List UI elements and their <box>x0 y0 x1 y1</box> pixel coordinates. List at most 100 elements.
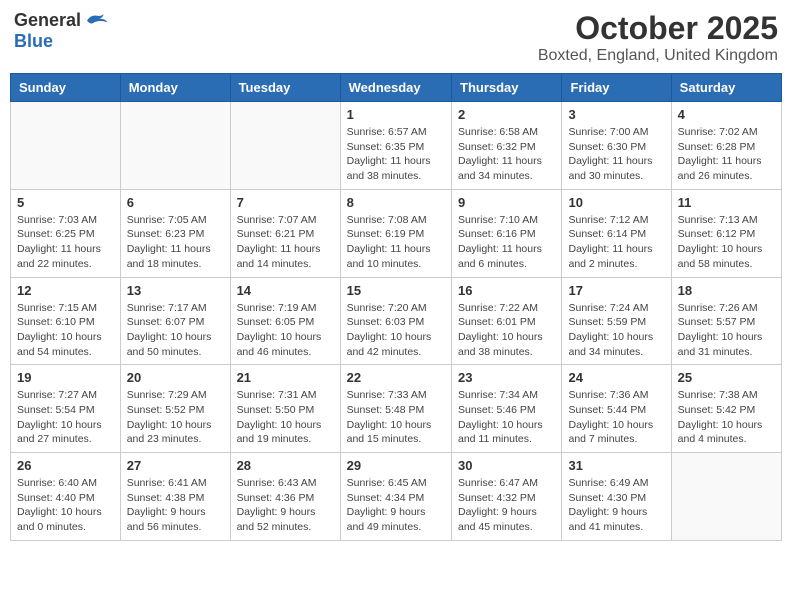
day-number: 19 <box>17 370 114 385</box>
calendar-header-sunday: Sunday <box>11 74 121 102</box>
location-title: Boxted, England, United Kingdom <box>538 47 778 65</box>
calendar-cell: 2Sunrise: 6:58 AM Sunset: 6:32 PM Daylig… <box>452 102 562 190</box>
day-number: 6 <box>127 195 224 210</box>
calendar-header-tuesday: Tuesday <box>230 74 340 102</box>
day-number: 28 <box>237 458 334 473</box>
calendar-cell: 5 Sunrise: 7:03 AM Sunset: 6:25 PM Daylig… <box>11 189 121 277</box>
day-number: 26 <box>17 458 114 473</box>
day-info: Sunrise: 7:13 AM Sunset: 6:12 PM Dayligh… <box>678 213 775 272</box>
calendar-week-1: 1 Sunrise: 6:57 AM Sunset: 6:35 PM Daylig… <box>11 102 782 190</box>
calendar-cell: 24 Sunrise: 7:36 AM Sunset: 5:44 PM Dayli… <box>562 365 671 453</box>
day-number: 23 <box>458 370 555 385</box>
day-info: Sunrise: 7:03 AM Sunset: 6:25 PM Dayligh… <box>17 213 114 272</box>
day-number: 21 <box>237 370 334 385</box>
logo-blue-text: Blue <box>14 31 53 52</box>
calendar-cell: 10 Sunrise: 7:12 AM Sunset: 6:14 PM Dayli… <box>562 189 671 277</box>
day-number: 12 <box>17 283 114 298</box>
calendar-header-monday: Monday <box>120 74 230 102</box>
day-number: 29 <box>347 458 445 473</box>
day-number: 7 <box>237 195 334 210</box>
calendar-cell: 18Sunrise: 7:26 AM Sunset: 5:57 PM Dayli… <box>671 277 781 365</box>
day-number: 1 <box>347 107 445 122</box>
day-number: 3 <box>568 107 664 122</box>
logo-general-text: General <box>14 10 81 31</box>
day-info: Sunrise: 7:02 AM Sunset: 6:28 PM Dayligh… <box>678 125 775 184</box>
calendar-cell: 28 Sunrise: 6:43 AM Sunset: 4:36 PM Dayli… <box>230 453 340 541</box>
calendar-cell: 4Sunrise: 7:02 AM Sunset: 6:28 PM Daylig… <box>671 102 781 190</box>
calendar-cell: 1 Sunrise: 6:57 AM Sunset: 6:35 PM Daylig… <box>340 102 451 190</box>
day-info: Sunrise: 7:36 AM Sunset: 5:44 PM Dayligh… <box>568 388 664 447</box>
logo-bird-icon <box>83 11 107 31</box>
calendar-cell: 27 Sunrise: 6:41 AM Sunset: 4:38 PM Dayli… <box>120 453 230 541</box>
calendar-cell: 15 Sunrise: 7:20 AM Sunset: 6:03 PM Dayli… <box>340 277 451 365</box>
day-info: Sunrise: 7:12 AM Sunset: 6:14 PM Dayligh… <box>568 213 664 272</box>
calendar-cell: 17Sunrise: 7:24 AM Sunset: 5:59 PM Dayli… <box>562 277 671 365</box>
day-number: 16 <box>458 283 555 298</box>
day-info: Sunrise: 7:29 AM Sunset: 5:52 PM Dayligh… <box>127 388 224 447</box>
day-number: 20 <box>127 370 224 385</box>
calendar-cell: 16 Sunrise: 7:22 AM Sunset: 6:01 PM Dayli… <box>452 277 562 365</box>
calendar-cell: 26 Sunrise: 6:40 AM Sunset: 4:40 PM Dayli… <box>11 453 121 541</box>
calendar-cell <box>671 453 781 541</box>
day-number: 25 <box>678 370 775 385</box>
calendar-cell: 13Sunrise: 7:17 AM Sunset: 6:07 PM Dayli… <box>120 277 230 365</box>
day-info: Sunrise: 7:15 AM Sunset: 6:10 PM Dayligh… <box>17 301 114 360</box>
calendar-cell: 20 Sunrise: 7:29 AM Sunset: 5:52 PM Dayli… <box>120 365 230 453</box>
day-number: 13 <box>127 283 224 298</box>
calendar-cell <box>120 102 230 190</box>
day-info: Sunrise: 7:07 AM Sunset: 6:21 PM Dayligh… <box>237 213 334 272</box>
day-info: Sunrise: 6:41 AM Sunset: 4:38 PM Dayligh… <box>127 476 224 535</box>
calendar-header-wednesday: Wednesday <box>340 74 451 102</box>
day-info: Sunrise: 7:33 AM Sunset: 5:48 PM Dayligh… <box>347 388 445 447</box>
day-number: 31 <box>568 458 664 473</box>
day-number: 8 <box>347 195 445 210</box>
day-number: 27 <box>127 458 224 473</box>
day-info: Sunrise: 6:58 AM Sunset: 6:32 PM Dayligh… <box>458 125 555 184</box>
day-number: 10 <box>568 195 664 210</box>
day-info: Sunrise: 6:40 AM Sunset: 4:40 PM Dayligh… <box>17 476 114 535</box>
day-info: Sunrise: 7:20 AM Sunset: 6:03 PM Dayligh… <box>347 301 445 360</box>
day-info: Sunrise: 7:00 AM Sunset: 6:30 PM Dayligh… <box>568 125 664 184</box>
day-info: Sunrise: 6:57 AM Sunset: 6:35 PM Dayligh… <box>347 125 445 184</box>
day-info: Sunrise: 6:43 AM Sunset: 4:36 PM Dayligh… <box>237 476 334 535</box>
day-info: Sunrise: 7:31 AM Sunset: 5:50 PM Dayligh… <box>237 388 334 447</box>
calendar-header-row: SundayMondayTuesdayWednesdayThursdayFrid… <box>11 74 782 102</box>
calendar-cell: 23Sunrise: 7:34 AM Sunset: 5:46 PM Dayli… <box>452 365 562 453</box>
day-info: Sunrise: 6:47 AM Sunset: 4:32 PM Dayligh… <box>458 476 555 535</box>
day-number: 14 <box>237 283 334 298</box>
day-info: Sunrise: 7:08 AM Sunset: 6:19 PM Dayligh… <box>347 213 445 272</box>
day-info: Sunrise: 7:22 AM Sunset: 6:01 PM Dayligh… <box>458 301 555 360</box>
page-header: General Blue October 2025 Boxted, Englan… <box>10 10 782 65</box>
title-block: October 2025 Boxted, England, United Kin… <box>538 10 778 65</box>
day-info: Sunrise: 7:27 AM Sunset: 5:54 PM Dayligh… <box>17 388 114 447</box>
day-number: 15 <box>347 283 445 298</box>
calendar-cell: 7 Sunrise: 7:07 AM Sunset: 6:21 PM Daylig… <box>230 189 340 277</box>
calendar-cell: 31 Sunrise: 6:49 AM Sunset: 4:30 PM Dayli… <box>562 453 671 541</box>
day-number: 11 <box>678 195 775 210</box>
day-info: Sunrise: 7:10 AM Sunset: 6:16 PM Dayligh… <box>458 213 555 272</box>
day-info: Sunrise: 6:45 AM Sunset: 4:34 PM Dayligh… <box>347 476 445 535</box>
calendar-week-2: 5 Sunrise: 7:03 AM Sunset: 6:25 PM Daylig… <box>11 189 782 277</box>
calendar-cell: 12 Sunrise: 7:15 AM Sunset: 6:10 PM Dayli… <box>11 277 121 365</box>
calendar-cell: 19 Sunrise: 7:27 AM Sunset: 5:54 PM Dayli… <box>11 365 121 453</box>
calendar-cell: 3 Sunrise: 7:00 AM Sunset: 6:30 PM Daylig… <box>562 102 671 190</box>
calendar-week-5: 26 Sunrise: 6:40 AM Sunset: 4:40 PM Dayli… <box>11 453 782 541</box>
day-number: 17 <box>568 283 664 298</box>
calendar-cell: 8 Sunrise: 7:08 AM Sunset: 6:19 PM Daylig… <box>340 189 451 277</box>
calendar-week-4: 19 Sunrise: 7:27 AM Sunset: 5:54 PM Dayli… <box>11 365 782 453</box>
calendar-cell: 11 Sunrise: 7:13 AM Sunset: 6:12 PM Dayli… <box>671 189 781 277</box>
day-number: 9 <box>458 195 555 210</box>
day-number: 24 <box>568 370 664 385</box>
day-number: 22 <box>347 370 445 385</box>
calendar-header-friday: Friday <box>562 74 671 102</box>
calendar-cell: 14 Sunrise: 7:19 AM Sunset: 6:05 PM Dayli… <box>230 277 340 365</box>
day-number: 5 <box>17 195 114 210</box>
calendar-cell: 22 Sunrise: 7:33 AM Sunset: 5:48 PM Dayli… <box>340 365 451 453</box>
calendar-week-3: 12 Sunrise: 7:15 AM Sunset: 6:10 PM Dayli… <box>11 277 782 365</box>
day-number: 18 <box>678 283 775 298</box>
day-info: Sunrise: 6:49 AM Sunset: 4:30 PM Dayligh… <box>568 476 664 535</box>
calendar-header-saturday: Saturday <box>671 74 781 102</box>
calendar-cell: 29 Sunrise: 6:45 AM Sunset: 4:34 PM Dayli… <box>340 453 451 541</box>
day-info: Sunrise: 7:19 AM Sunset: 6:05 PM Dayligh… <box>237 301 334 360</box>
day-number: 30 <box>458 458 555 473</box>
